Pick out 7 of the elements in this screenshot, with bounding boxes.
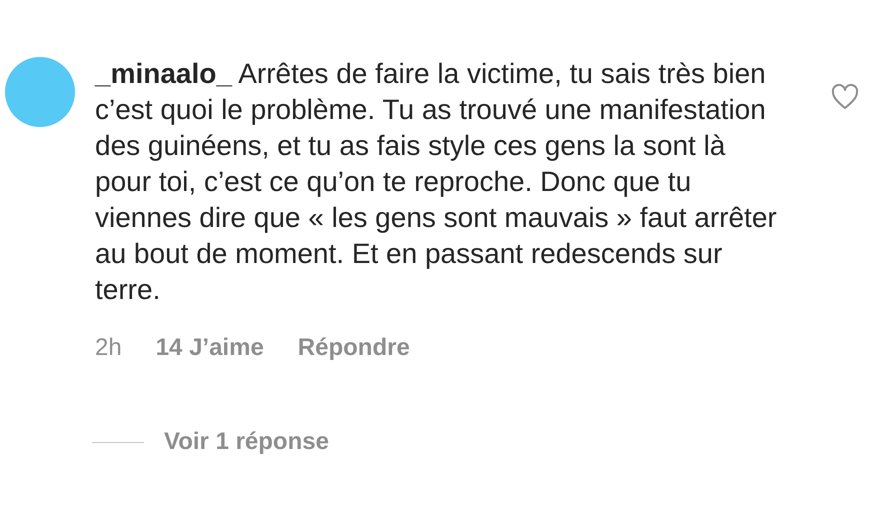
timestamp: 2h <box>95 333 122 363</box>
likes-link[interactable]: 14 J’aime <box>156 330 264 366</box>
comment-text: _minaalo_ Arrêtes de faire la victime, tu sais très bien c’est quoi le problème. Tu as trouvé une manifestation des guinéens, et tu as fais style ces gens la sont là pour toi, c’est ce qu’on te reproche. Donc que tu viennes dire que « les gens sont mauvais » faut arrêter au bout de moment. Et en passant redescends sur terre. <box>95 57 778 307</box>
view-replies-link[interactable]: Voir 1 réponse <box>164 424 329 460</box>
username-link[interactable]: _minaalo_ <box>95 58 232 89</box>
heart-icon[interactable] <box>831 84 859 110</box>
reply-link[interactable]: Répondre <box>298 330 410 366</box>
